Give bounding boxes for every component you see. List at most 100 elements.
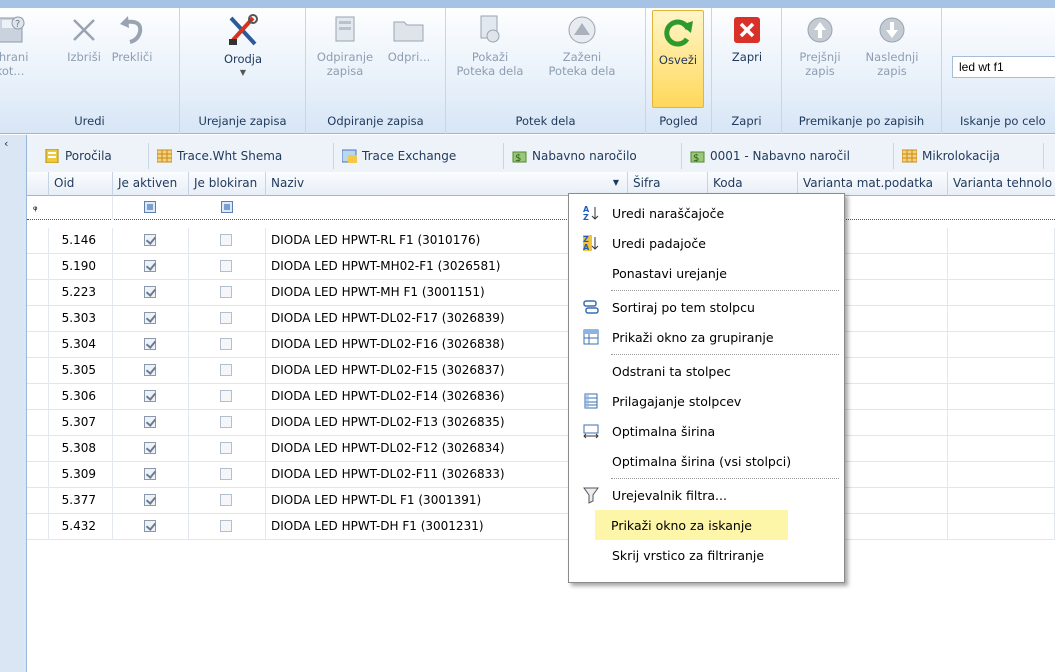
row-indicator[interactable] [27,228,49,254]
checkbox-je-blokiran[interactable] [220,234,232,246]
search-input[interactable] [952,56,1055,78]
table-row[interactable]: 5.307 DIODA LED HPWT-DL02-F13 (3026835) [27,410,1055,436]
menu-item-prikazi-okno-za-grupiranje[interactable]: Prikaži okno za grupiranje [570,322,843,352]
table-row[interactable]: 5.432 DIODA LED HPWT-DH F1 (3001231) [27,514,1055,540]
checkbox-je-blokiran[interactable] [220,286,232,298]
tab-0001-nabavno-narocilo[interactable]: $ 0001 - Nabavno naročil [682,143,894,169]
row-indicator[interactable] [27,384,49,410]
table-row[interactable]: 5.223 DIODA LED HPWT-MH F1 (3001151) [27,280,1055,306]
table-row[interactable]: 5.146 DIODA LED HPWT-RL F1 (3010176) [27,228,1055,254]
ribbon-group-odpiranje: Odpiranje zapisa Odpri... Odpiranje zapi… [306,8,446,134]
tab-nabavno-narocilo[interactable]: $ Nabavno naročilo [504,143,682,169]
table-row[interactable]: 5.306 DIODA LED HPWT-DL02-F14 (3026836) [27,384,1055,410]
zazeni-poteka-dela-button[interactable]: Zaženi Poteka dela [532,14,632,78]
row-indicator[interactable] [27,306,49,332]
tab-trace-exchange[interactable]: Trace Exchange [334,143,504,169]
checkbox-je-aktiven[interactable] [144,260,156,272]
collapse-left-icon[interactable]: ‹ [4,137,8,150]
table-row[interactable]: 5.304 DIODA LED HPWT-DL02-F16 (3026838) [27,332,1055,358]
menu-item-skrij-vrstico-za-filtriranje[interactable]: Skrij vrstico za filtriranje [570,540,843,570]
checkbox-je-aktiven[interactable] [144,442,156,454]
prejsnji-zapis-button[interactable]: Prejšnji zapis [790,14,850,78]
table-row[interactable]: 5.190 DIODA LED HPWT-MH02-F1 (3026581) [27,254,1055,280]
checkbox-je-blokiran[interactable] [220,338,232,350]
menu-item-uredi-narascajoce[interactable]: A Z Uredi naraščajoče [570,198,843,228]
checkbox-je-aktiven[interactable] [144,416,156,428]
menu-item-optimalna-sirina[interactable]: Optimalna širina [570,416,843,446]
checkbox-je-blokiran[interactable] [220,468,232,480]
checkbox-je-blokiran[interactable] [220,364,232,376]
osvezi-button[interactable]: Osveži [652,10,704,108]
izbrisi-button[interactable]: Izbriši [60,14,108,64]
menu-item-label: Prikaži okno za iskanje [611,517,752,533]
filter-dropdown-icon[interactable]: ▼ [613,178,619,187]
checkbox-je-aktiven[interactable] [144,286,156,298]
svg-text:Z: Z [583,213,589,221]
cell-varianta-tehnolo [948,228,1055,254]
table-row[interactable]: 5.305 DIODA LED HPWT-DL02-F15 (3026837) [27,358,1055,384]
row-indicator[interactable] [27,488,49,514]
column-header-je-aktiven[interactable]: Je aktiven [113,172,189,196]
odpiranje-zapisa-button[interactable]: Odpiranje zapisa [312,14,378,78]
menu-item-odstrani-ta-stolpec[interactable]: Odstrani ta stolpec [570,356,843,386]
filter-row[interactable]: ᵩ [27,196,1055,220]
checkbox-je-aktiven[interactable] [144,390,156,402]
row-indicator[interactable] [27,254,49,280]
filter-checkbox-je-aktiven[interactable] [144,201,156,213]
table-row[interactable]: 5.377 DIODA LED HPWT-DL F1 (3001391) [27,488,1055,514]
naslednji-zapis-button[interactable]: Naslednji zapis [856,14,928,78]
table-row[interactable]: 5.308 DIODA LED HPWT-DL02-F12 (3026834) [27,436,1055,462]
menu-item-ponastavi-urejanje[interactable]: Ponastavi urejanje [570,258,843,288]
checkbox-je-aktiven[interactable] [144,234,156,246]
checkbox-je-aktiven[interactable] [144,520,156,532]
row-indicator[interactable] [27,280,49,306]
row-indicator[interactable] [27,410,49,436]
menu-item-prikazi-okno-za-iskanje[interactable]: Prikaži okno za iskanje [595,510,788,540]
orodja-button[interactable]: Orodja ▼ [208,14,278,80]
report-icon [45,149,59,163]
tab-porocila[interactable]: Poročila [37,143,149,169]
left-navigation-strip[interactable]: ‹ [0,135,27,672]
checkbox-je-blokiran[interactable] [220,442,232,454]
column-header-je-blokiran[interactable]: Je blokiran [189,172,266,196]
menu-item-sortiraj-po-tem-stolpcu[interactable]: Sortiraj po tem stolpcu [570,292,843,322]
column-header-oid[interactable]: Oid [49,172,113,196]
menu-item-uredi-padajoce[interactable]: Z A Uredi padajoče [570,228,843,258]
shrani-kot-button[interactable]: ? Shrani kot... [0,14,36,78]
checkbox-je-blokiran[interactable] [220,520,232,532]
cell-je-aktiven [113,332,189,358]
row-indicator[interactable] [27,332,49,358]
checkbox-je-blokiran[interactable] [220,494,232,506]
checkbox-je-aktiven[interactable] [144,364,156,376]
checkbox-je-aktiven[interactable] [144,338,156,350]
checkbox-je-aktiven[interactable] [144,312,156,324]
menu-item-urejevalnik-filtra[interactable]: Urejevalnik filtra... [570,480,843,510]
row-indicator[interactable] [27,436,49,462]
checkbox-je-blokiran[interactable] [220,390,232,402]
tab-trace-wht-shema[interactable]: Trace.Wht Shema [149,143,334,169]
tab-mikrolokacija[interactable]: Mikrolokacija [894,143,1044,169]
filter-cell-oid[interactable] [49,196,113,220]
row-indicator[interactable] [27,358,49,384]
menu-item-optimalna-sirina-vsi-stolpci[interactable]: Optimalna širina (vsi stolpci) [570,446,843,476]
cell-oid: 5.146 [49,228,113,254]
filter-checkbox-je-blokiran[interactable] [221,201,233,213]
cell-je-blokiran [189,462,266,488]
odpri-button[interactable]: Odpri... [380,14,438,64]
column-header-varianta-tehnolo[interactable]: Varianta tehnolo [948,172,1055,196]
checkbox-je-aktiven[interactable] [144,494,156,506]
checkbox-je-blokiran[interactable] [220,312,232,324]
zapri-button[interactable]: Zapri [722,14,772,64]
table-row[interactable]: 5.309 DIODA LED HPWT-DL02-F11 (3026833) [27,462,1055,488]
row-indicator[interactable] [27,462,49,488]
pokazi-poteka-dela-button[interactable]: Pokaži Poteka dela [450,14,530,78]
checkbox-je-blokiran[interactable] [220,260,232,272]
preklici-button[interactable]: Prekliči [108,14,156,64]
checkbox-je-aktiven[interactable] [144,468,156,480]
cell-je-blokiran [189,332,266,358]
table-row[interactable]: 5.303 DIODA LED HPWT-DL02-F17 (3026839) [27,306,1055,332]
menu-item-prilagajanje-stolpcev[interactable]: Prilagajanje stolpcev [570,386,843,416]
checkbox-je-blokiran[interactable] [220,416,232,428]
svg-text:?: ? [15,19,20,30]
row-indicator[interactable] [27,514,49,540]
